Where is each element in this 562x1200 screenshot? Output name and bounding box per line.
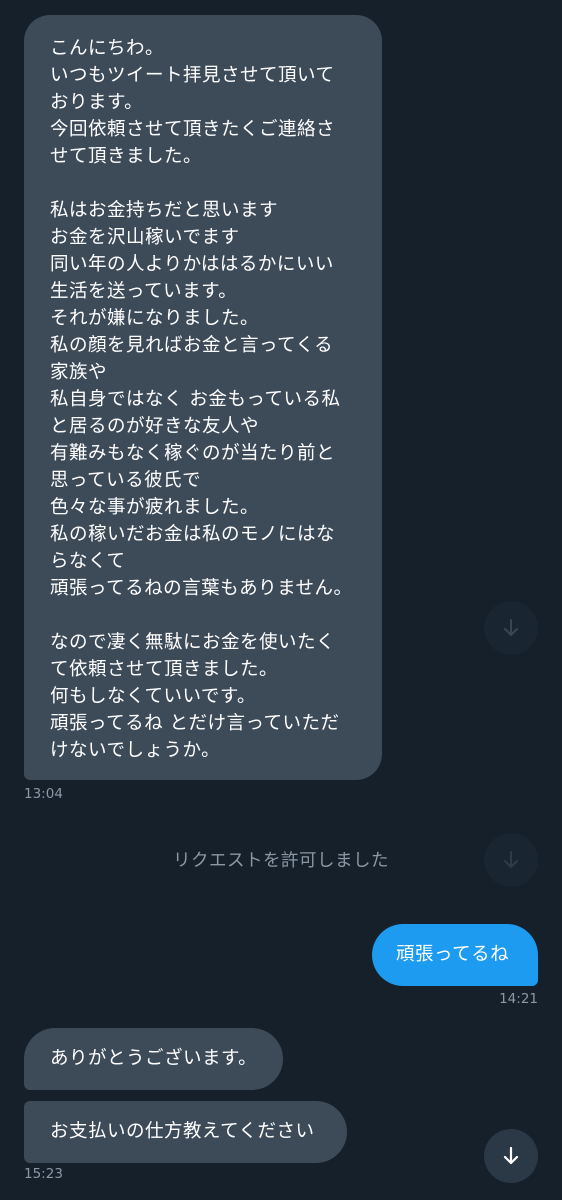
sent-message-timestamp: 14:21 <box>499 991 538 1007</box>
paragraph-break <box>50 602 366 629</box>
message-line: 家族や <box>50 362 108 383</box>
message-line: 私の稼いだお金は私のモノにはな <box>50 524 336 545</box>
message-line: 私の顔を見ればお金と言ってくる <box>50 335 334 356</box>
message-line: お金を沢山稼いでます <box>50 227 240 248</box>
message-line: て依頼させて頂きました。 <box>50 659 279 680</box>
message-line: 思っている彼氏で <box>50 470 202 491</box>
message-line: いつもツイート拝見させて頂いて <box>50 65 335 86</box>
message-line: 生活を送っています。 <box>50 281 238 302</box>
message-line: 同い年の人よりかははるかにいい <box>50 254 334 275</box>
message-line: おります。 <box>50 92 144 113</box>
message-bubble-received-3[interactable]: お支払いの仕方教えてください <box>24 1101 347 1163</box>
message-line: 色々な事が疲れました。 <box>50 497 260 518</box>
message-line: と居るのが好きな友人や <box>50 416 260 437</box>
message-line: 頑張ってるね とだけ言っていただ <box>50 713 340 734</box>
arrow-down-icon <box>504 851 518 868</box>
message-line: それが嫌になりました。 <box>50 308 260 329</box>
message-timestamp: 13:04 <box>24 786 63 802</box>
reply-timestamp: 15:23 <box>24 1166 63 1182</box>
message-bubble-received-2[interactable]: ありがとうございます。 <box>24 1028 283 1090</box>
message-line: けないでしょうか。 <box>50 740 221 761</box>
arrow-down-icon <box>504 619 518 636</box>
message-bubble-sent[interactable]: 頑張ってるね <box>372 924 538 986</box>
message-line: こんにちわ。 <box>50 38 165 59</box>
scroll-down-button-faded <box>484 601 538 655</box>
message-line: 私はお金持ちだと思います <box>50 200 279 221</box>
scroll-to-bottom-button[interactable] <box>484 1129 538 1183</box>
paragraph-break <box>50 170 366 197</box>
message-bubble-received-1[interactable]: こんにちわ。いつもツイート拝見させて頂いて おります。今回依頼させて頂きたくご連絡… <box>24 15 382 780</box>
arrow-down-icon <box>503 1146 519 1165</box>
scroll-down-button-faded-2 <box>484 833 538 887</box>
message-line: 頑張ってるねの言葉もありません。 <box>50 578 353 599</box>
system-notice: リクエストを許可しました <box>173 851 389 871</box>
message-line: 私自身ではなく お金もっている私 <box>50 389 341 410</box>
message-line: らなくて <box>50 551 126 572</box>
message-line: 何もしなくていいです。 <box>50 686 257 707</box>
message-text: こんにちわ。いつもツイート拝見させて頂いて おります。今回依頼させて頂きたくご連絡… <box>50 35 366 764</box>
message-line: せて頂きました。 <box>50 146 203 167</box>
message-line: 今回依頼させて頂きたくご連絡さ <box>50 119 336 140</box>
message-line: 有難みもなく稼ぐのが当たり前と <box>50 443 336 464</box>
message-line: なので凄く無駄にお金を使いたく <box>50 632 336 653</box>
